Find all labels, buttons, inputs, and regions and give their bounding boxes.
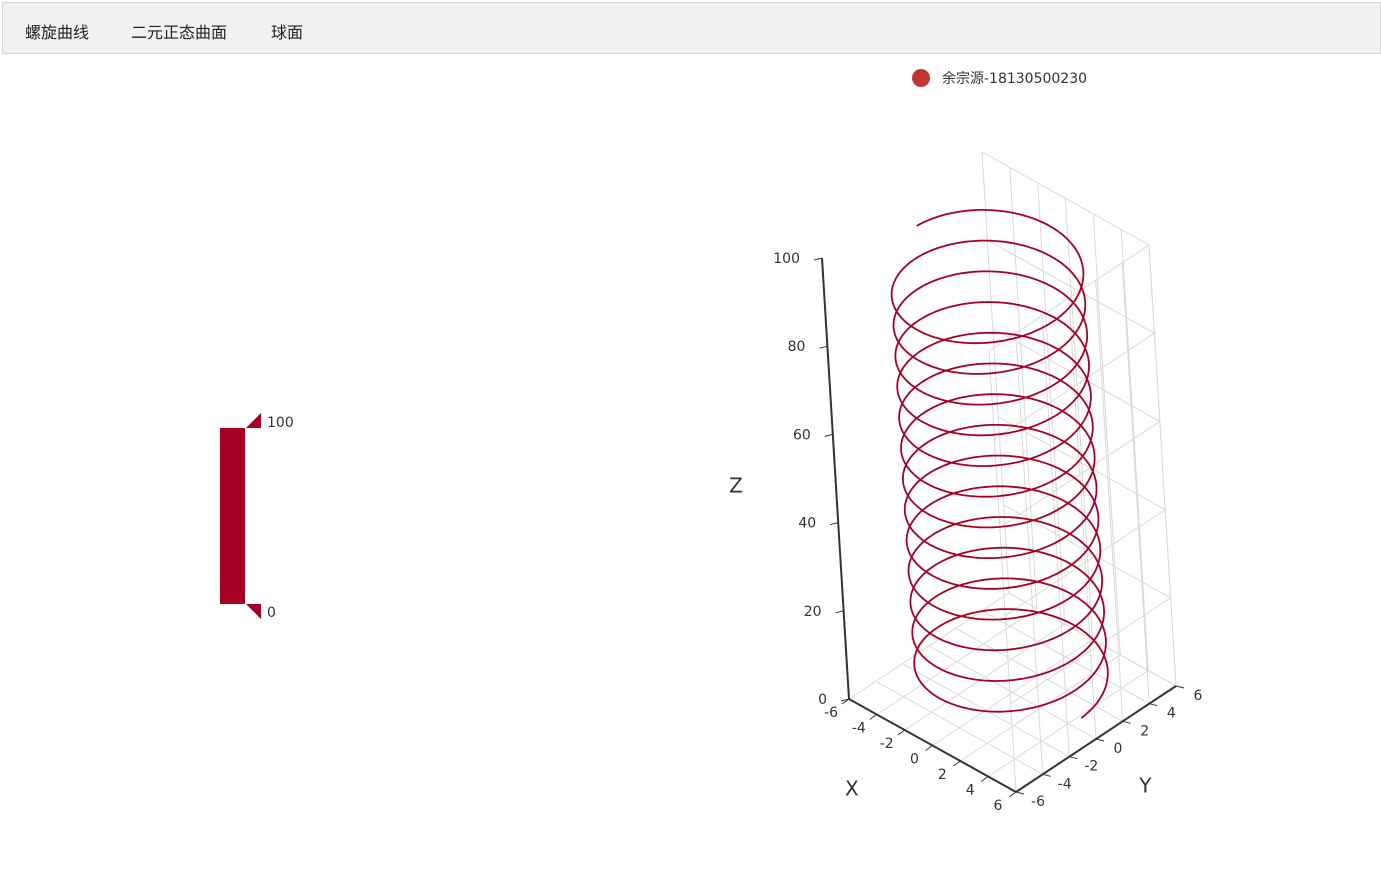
x-axis-tick <box>1008 791 1017 798</box>
y-axis-tick <box>1149 703 1158 707</box>
x-tick-label: 2 <box>938 767 947 783</box>
visual-map-bar[interactable] <box>220 428 245 604</box>
z-tick-label: 0 <box>818 692 827 708</box>
visual-map-handle-bottom[interactable] <box>246 604 261 619</box>
y-axis-tick <box>1175 685 1185 689</box>
x-axis-tick <box>980 776 989 782</box>
x-axis-name: X <box>845 777 859 801</box>
back-wall-gridline-z <box>981 151 1150 246</box>
grid-layer <box>848 151 1177 793</box>
side-wall-gridline-y <box>1121 262 1150 704</box>
x-axis-tick <box>869 714 878 720</box>
x-axis-tick <box>953 760 961 767</box>
y-axis-tick <box>1069 756 1078 760</box>
back-wall-gridline-x <box>1009 167 1038 609</box>
back-wall-gridline-z <box>987 239 1155 334</box>
visual-map-max-label: 100 <box>267 415 294 431</box>
z-axis-line <box>821 257 850 700</box>
y-tick-label: 0 <box>1114 741 1123 757</box>
z-tick-label: 80 <box>788 339 806 355</box>
y-tick-label: -2 <box>1084 759 1098 775</box>
y-tick-label: 2 <box>1140 723 1149 739</box>
y-axis-tick <box>1015 791 1025 795</box>
z-axis-tick <box>819 345 828 349</box>
x-tick-label: 6 <box>994 798 1003 814</box>
x-axis-tick <box>897 729 905 736</box>
visual-map-handle-top[interactable] <box>246 413 261 428</box>
y-axis-tick <box>1042 773 1051 777</box>
y-axis-name: Y <box>1138 774 1152 798</box>
visual-map[interactable]: 100 0 <box>220 413 294 621</box>
series-layer <box>890 209 1109 719</box>
back-wall-gridline-x <box>1037 182 1066 625</box>
side-wall-gridline-y <box>1068 297 1097 740</box>
z-axis-name: Z <box>729 473 743 497</box>
z-axis-tick <box>835 610 844 614</box>
x-tick-label: 0 <box>910 752 919 768</box>
side-wall-gridline-y <box>1095 280 1124 722</box>
z-tick-label: 40 <box>798 516 816 532</box>
visual-map-min-label: 0 <box>267 605 276 621</box>
x-tick-label: -2 <box>880 736 894 752</box>
helix-3d-chart: -6-4-20246 -6-4-20246020406080100X YZ 100 … <box>220 151 1203 814</box>
y-tick-label: -6 <box>1031 794 1045 810</box>
y-tick-label: 6 <box>1194 688 1203 704</box>
z-axis-tick <box>824 433 833 437</box>
y-tick-label: 4 <box>1167 706 1176 722</box>
z-tick-label: 20 <box>804 604 822 620</box>
z-tick-label: 100 <box>773 251 800 267</box>
back-wall-gridline-x <box>1120 229 1149 671</box>
y-axis-tick <box>1095 738 1105 742</box>
x-tick-label: -4 <box>852 721 866 737</box>
side-wall-gridline-y <box>1148 244 1177 687</box>
z-tick-label: 60 <box>793 427 811 443</box>
y-axis-tick <box>1122 720 1131 724</box>
x-axis-tick <box>925 745 933 751</box>
x-tick-label: 4 <box>966 783 975 799</box>
z-axis-tick <box>830 522 839 526</box>
helix-series-line <box>890 209 1109 719</box>
y-tick-label: -4 <box>1058 776 1072 792</box>
z-axis-tick <box>813 257 823 261</box>
side-wall-gridline-y <box>988 350 1017 793</box>
